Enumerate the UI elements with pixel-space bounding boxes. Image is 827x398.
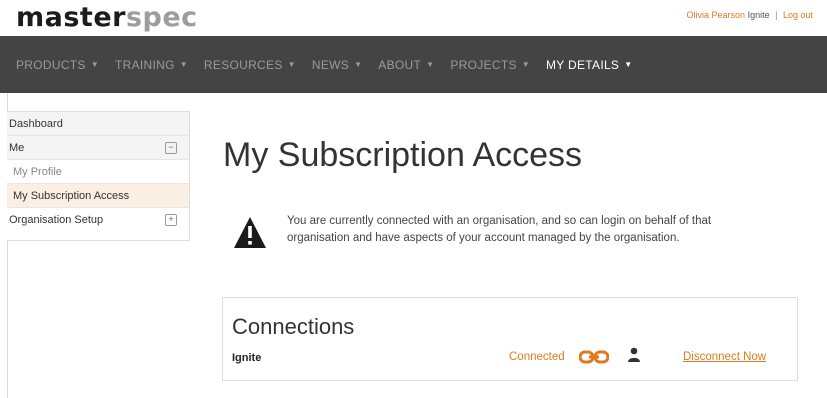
nav-news-label: NEWS xyxy=(311,57,350,72)
sidebar: Dashboard Me − My Profile My Subscriptio… xyxy=(7,111,190,241)
caret-down-icon: ▼ xyxy=(354,60,363,69)
connection-notice: You are currently connected with an orga… xyxy=(287,215,712,244)
sidebar-item-my-profile[interactable]: My Profile xyxy=(7,160,189,184)
connection-org-name: Ignite xyxy=(232,352,262,364)
logo-part-master: master xyxy=(16,2,126,33)
caret-down-icon: ▼ xyxy=(624,60,633,69)
expand-icon[interactable]: + xyxy=(165,214,177,226)
nav-resources-label: RESOURCES xyxy=(203,57,283,72)
sidebar-item-label: Me xyxy=(9,141,25,154)
logout-link[interactable]: Log out xyxy=(783,10,813,20)
nav-news[interactable]: NEWS ▼ xyxy=(312,58,362,72)
sidebar-item-label: Organisation Setup xyxy=(9,214,104,226)
sidebar-item-dashboard[interactable]: Dashboard xyxy=(7,112,189,136)
connections-panel: Connections Ignite Connected Disconnect … xyxy=(222,297,798,381)
nav-products[interactable]: PRODUCTS ▼ xyxy=(16,58,99,72)
connections-title: Connections xyxy=(232,314,355,339)
sidebar-item-label: My Subscription Access xyxy=(13,189,130,202)
sidebar-item-my-subscription-access[interactable]: My Subscription Access xyxy=(7,184,189,208)
logo-part-spec: spec xyxy=(125,2,198,33)
sidebar-item-label: Dashboard xyxy=(9,117,63,130)
nav-training[interactable]: TRAINING ▼ xyxy=(115,58,188,72)
nav-training-label: TRAINING xyxy=(114,57,175,72)
warning-triangle-icon xyxy=(234,217,266,248)
sidebar-item-organisation-setup[interactable]: Organisation Setup + xyxy=(7,208,189,232)
nav-projects[interactable]: PROJECTS ▼ xyxy=(450,58,530,72)
nav-my-details[interactable]: MY DETAILS ▼ xyxy=(546,58,632,72)
nav-about[interactable]: ABOUT ▼ xyxy=(378,58,434,72)
sidebar-item-me[interactable]: Me − xyxy=(7,136,189,160)
sidebar-item-label: My Profile xyxy=(13,165,62,178)
caret-down-icon: ▼ xyxy=(179,60,188,69)
masterspec-logo[interactable]: masterspec xyxy=(16,0,198,36)
nav-products-label: PRODUCTS xyxy=(16,57,86,72)
user-links: Olivia Pearson Ignite | Log out xyxy=(687,10,813,20)
user-name-link[interactable]: Olivia Pearson xyxy=(687,10,746,20)
org-name: Ignite xyxy=(747,10,770,20)
nav-projects-label: PROJECTS xyxy=(450,57,517,72)
caret-down-icon: ▼ xyxy=(287,60,296,69)
caret-down-icon: ▼ xyxy=(426,60,435,69)
connection-status: Connected xyxy=(509,351,565,363)
caret-down-icon: ▼ xyxy=(521,60,530,69)
person-icon xyxy=(628,347,640,362)
top-bar: masterspec Olivia Pearson Ignite | Log o… xyxy=(0,0,827,36)
collapse-icon[interactable]: − xyxy=(165,142,177,154)
nav-my-details-label: MY DETAILS xyxy=(545,57,620,72)
chain-link-icon xyxy=(579,350,609,364)
nav-resources[interactable]: RESOURCES ▼ xyxy=(204,58,296,72)
nav-about-label: ABOUT xyxy=(378,57,422,72)
main-nav: PRODUCTS ▼ TRAINING ▼ RESOURCES ▼ NEWS ▼… xyxy=(0,36,827,93)
separator: | xyxy=(775,10,778,20)
disconnect-now-link[interactable]: Disconnect Now xyxy=(683,351,766,363)
caret-down-icon: ▼ xyxy=(90,60,99,69)
page-title: My Subscription Access xyxy=(223,136,583,174)
